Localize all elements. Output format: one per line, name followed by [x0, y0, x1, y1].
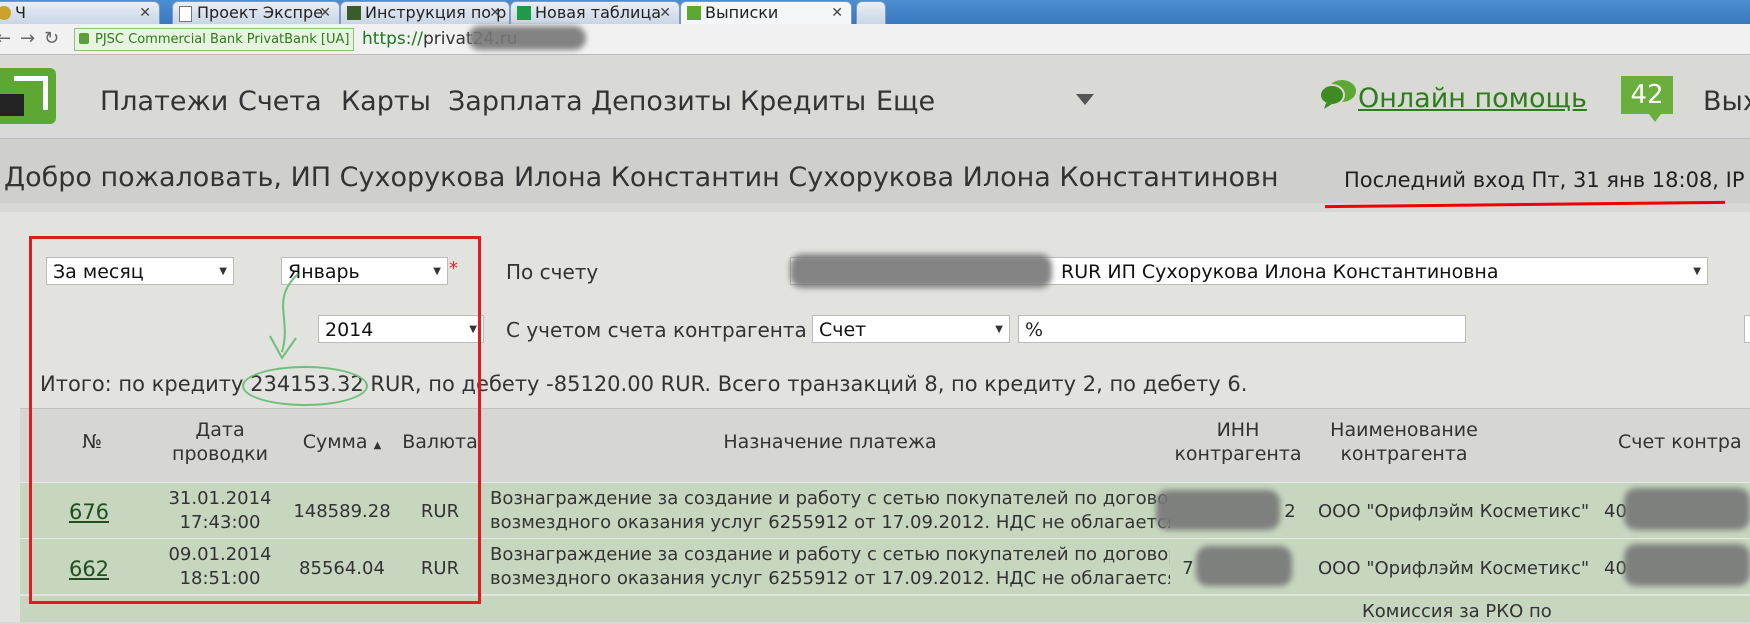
welcome-title: Добро пожаловать, ИП Сухорукова Илона Ко… [4, 162, 1279, 193]
privatbank-favicon-icon [687, 6, 701, 20]
browser-tab-2[interactable]: Проект Экспре ✕ [172, 1, 340, 24]
redacted-inn [1196, 546, 1292, 586]
tab-label: Проект Экспре [197, 3, 323, 22]
nav-item-accounts[interactable]: Счета [238, 86, 322, 117]
nav-item-more[interactable]: Еще [876, 86, 935, 117]
counterparty-name: ООО "Орифлэйм Косметикс" [1318, 558, 1590, 579]
notifications-badge[interactable]: 42 [1621, 76, 1673, 122]
tab-close-icon[interactable]: ✕ [659, 2, 671, 24]
tab-label: Выписки [705, 3, 779, 22]
redacted-account [1624, 488, 1750, 530]
lock-icon [79, 33, 89, 44]
tab-close-icon[interactable]: ✕ [139, 2, 151, 24]
chevron-down-icon[interactable] [1076, 94, 1094, 105]
privatbank-logo[interactable] [0, 68, 56, 124]
tab-close-icon[interactable]: ✕ [831, 2, 843, 24]
green-circle-annotation [242, 366, 368, 406]
online-help-link[interactable]: Онлайн помощь [1358, 83, 1587, 114]
redacted-account [1624, 544, 1750, 586]
counterparty-type-select[interactable]: Счет ▼ [812, 315, 1010, 343]
account-label: По счету [506, 260, 599, 284]
nav-item-credits[interactable]: Кредиты [740, 86, 866, 117]
book-icon [347, 6, 361, 20]
logout-link[interactable]: Вых [1703, 86, 1750, 117]
tab-label: Ч [15, 3, 26, 22]
nav-item-salary[interactable]: Зарплата [448, 86, 583, 117]
red-highlight-box [29, 236, 481, 604]
extra-filter-input[interactable] [1744, 315, 1750, 343]
chat-bubbles-icon [1319, 80, 1356, 109]
redacted-url [468, 26, 586, 50]
col-header-counterparty-name[interactable]: Наименование контрагента [1320, 418, 1488, 466]
nav-item-deposits[interactable]: Депозиты [591, 86, 732, 117]
browser-tab-1[interactable]: Ч ✕ [0, 1, 160, 24]
col-header-counterparty-account[interactable]: Счет контра [1618, 430, 1742, 454]
document-icon [179, 6, 192, 22]
transaction-purpose-partial: Комиссия за РКО по [1362, 601, 1552, 622]
browser-tab-3[interactable]: Инструкция по р ✕ [340, 1, 510, 24]
tab-label: Новая таблица [535, 3, 662, 22]
counterparty-account-input[interactable]: % [1018, 315, 1466, 343]
counterparty-account-label: С учетом счета контрагента [506, 318, 807, 342]
browser-tab-5-active[interactable]: Выписки ✕ [680, 1, 852, 24]
dropdown-arrow-icon: ▼ [1693, 266, 1701, 277]
counterparty-inn: 2 [1284, 501, 1296, 522]
reload-icon[interactable]: ↻ [44, 28, 59, 49]
browser-tab-4[interactable]: Новая таблица ✕ [510, 1, 680, 24]
counterparty-name: ООО "Орифлэйм Косметикс" [1318, 501, 1590, 522]
ev-certificate-badge[interactable]: PJSC Commercial Bank PrivatBank [UA] [74, 28, 355, 51]
counterparty-inn: 7 [1182, 558, 1194, 579]
transaction-purpose: Вознаграждение за создание и работу с се… [490, 544, 1170, 589]
nav-item-cards[interactable]: Карты [341, 86, 431, 117]
redacted-account-number [790, 254, 1052, 288]
tab-favicon-icon [0, 6, 11, 20]
redacted-inn [1156, 490, 1280, 530]
spreadsheet-icon [517, 6, 531, 20]
forward-arrow-icon[interactable]: → [20, 28, 35, 49]
tab-close-icon[interactable]: ✕ [319, 2, 331, 24]
transaction-purpose: Вознаграждение за создание и работу с се… [490, 488, 1170, 533]
nav-item-payments[interactable]: Платежи [100, 86, 228, 117]
col-header-inn[interactable]: ИНН контрагента [1168, 418, 1308, 466]
new-tab-button[interactable] [856, 1, 886, 24]
tab-label: Инструкция по р [365, 3, 507, 22]
tab-close-icon[interactable]: ✕ [489, 2, 501, 24]
back-arrow-icon[interactable]: ← [0, 28, 11, 49]
col-header-purpose[interactable]: Назначение платежа [490, 430, 1170, 454]
last-login-text: Последний вход Пт, 31 янв 18:08, IP [1344, 168, 1745, 192]
dropdown-arrow-icon: ▼ [995, 324, 1003, 335]
address-bar: ← → ↻ PJSC Commercial Bank PrivatBank [U… [0, 24, 1750, 55]
browser-tab-bar: Ч ✕ Проект Экспре ✕ Инструкция по р ✕ Но… [0, 0, 1750, 24]
